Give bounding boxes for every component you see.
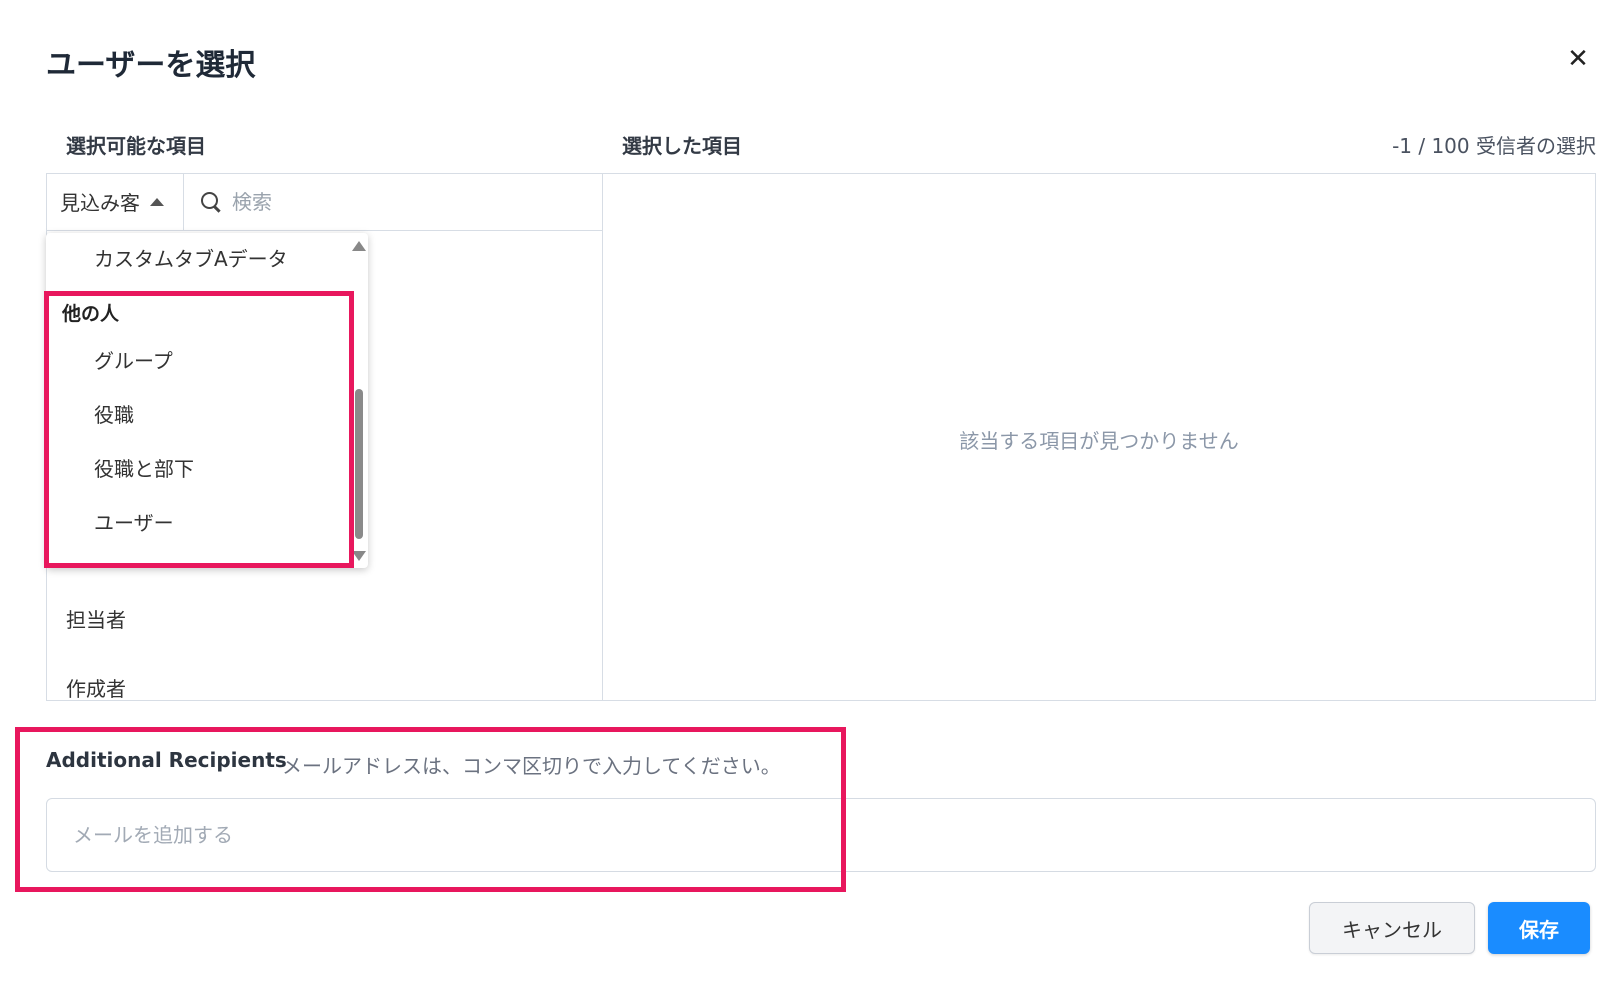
close-icon[interactable]: ✕ (1563, 44, 1593, 74)
search-box (184, 173, 602, 230)
list-item-owner[interactable]: 担当者 (66, 604, 126, 633)
highlight-box-dropdown-group (44, 291, 354, 568)
cancel-button[interactable]: キャンセル (1309, 902, 1475, 954)
available-toolbar: 見込み客 (46, 173, 602, 231)
caret-up-icon (150, 197, 164, 206)
scroll-thumb[interactable] (355, 389, 363, 539)
dialog-title: ユーザーを選択 (46, 48, 256, 83)
search-input[interactable] (230, 188, 554, 215)
record-type-select[interactable]: 見込み客 (46, 173, 184, 230)
selected-items-heading: 選択した項目 (622, 134, 742, 158)
save-button[interactable]: 保存 (1488, 902, 1590, 954)
search-icon (200, 191, 222, 213)
dropdown-item-custom-tab-a[interactable]: カスタムタブAデータ (94, 243, 288, 272)
highlight-box-recipients (15, 727, 846, 892)
list-item-creator[interactable]: 作成者 (66, 673, 126, 702)
recipient-counter: -1 / 100 受信者の選択 (1392, 134, 1596, 158)
scroll-up-arrow-icon[interactable] (352, 241, 366, 251)
empty-state-message: 該当する項目が見つかりません (959, 429, 1239, 453)
scroll-down-arrow-icon[interactable] (352, 551, 366, 561)
select-users-dialog: ユーザーを選択 ✕ 選択可能な項目 選択した項目 -1 / 100 受信者の選択… (0, 0, 1622, 988)
record-type-value: 見込み客 (60, 191, 140, 215)
available-items-heading: 選択可能な項目 (66, 134, 206, 158)
